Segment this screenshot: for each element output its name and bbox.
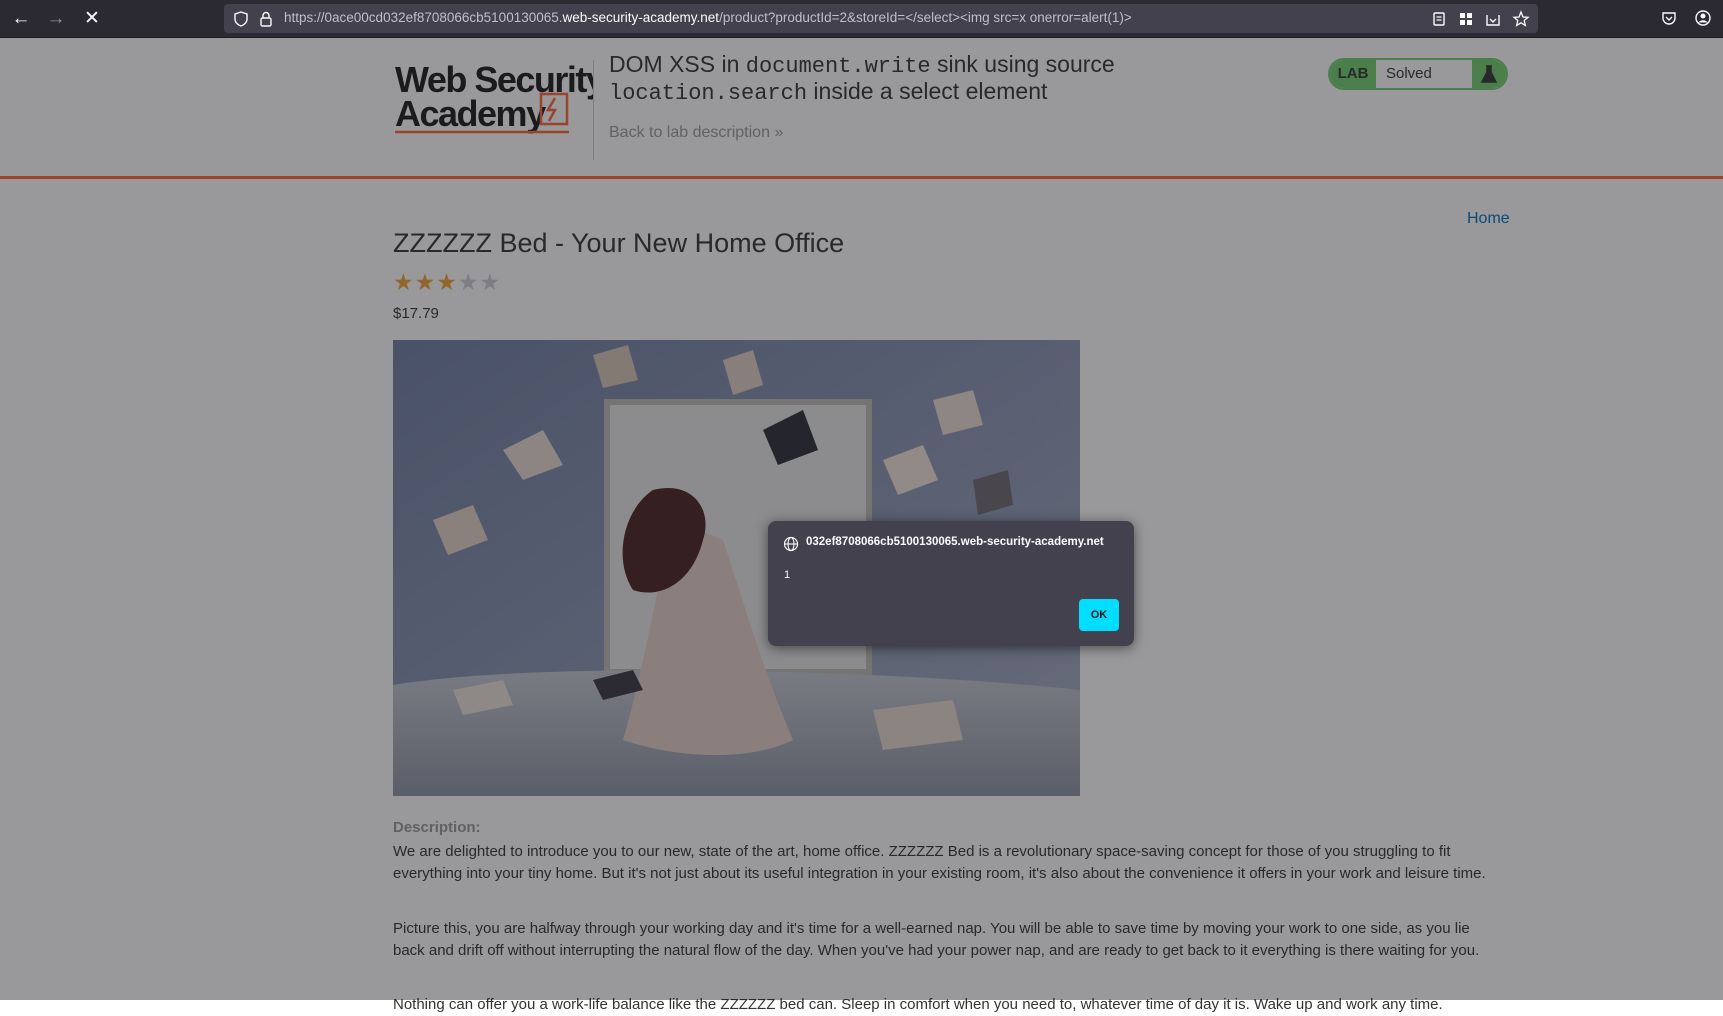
browser-toolbar: ← → ✕ https://0ace00cd032ef8708066cb5100… bbox=[0, 0, 1723, 38]
alert-origin: 032ef8708066cb5100130065.web-security-ac… bbox=[806, 536, 1104, 548]
bookmark-star-icon[interactable] bbox=[1512, 10, 1530, 28]
url-suffix: /product?productId=2&storeId=</select><i… bbox=[719, 10, 1132, 25]
alert-message: 1 bbox=[784, 569, 791, 581]
account-icon[interactable] bbox=[1694, 9, 1712, 27]
screenshot-icon[interactable] bbox=[1484, 10, 1502, 28]
lock-icon[interactable] bbox=[257, 10, 275, 28]
shield-icon[interactable] bbox=[232, 10, 250, 28]
ok-button[interactable]: OK bbox=[1079, 599, 1119, 631]
globe-icon bbox=[783, 536, 799, 552]
modal-overlay bbox=[0, 38, 1723, 1000]
url-domain: web-security-academy.net bbox=[562, 10, 720, 25]
extensions-icon[interactable] bbox=[1457, 10, 1475, 28]
stop-loading-icon[interactable]: ✕ bbox=[79, 6, 105, 32]
url-text: https://0ace00cd032ef8708066cb5100130065… bbox=[284, 10, 1132, 25]
back-arrow-icon[interactable]: ← bbox=[8, 6, 34, 32]
url-prefix: https://0ace00cd032ef8708066cb5100130065… bbox=[284, 10, 563, 25]
pocket-icon[interactable] bbox=[1660, 9, 1678, 27]
forward-arrow-icon[interactable]: → bbox=[43, 6, 69, 32]
reader-view-icon[interactable] bbox=[1430, 10, 1448, 28]
alert-dialog: 032ef8708066cb5100130065.web-security-ac… bbox=[768, 521, 1134, 646]
address-bar[interactable]: https://0ace00cd032ef8708066cb5100130065… bbox=[224, 4, 1538, 33]
